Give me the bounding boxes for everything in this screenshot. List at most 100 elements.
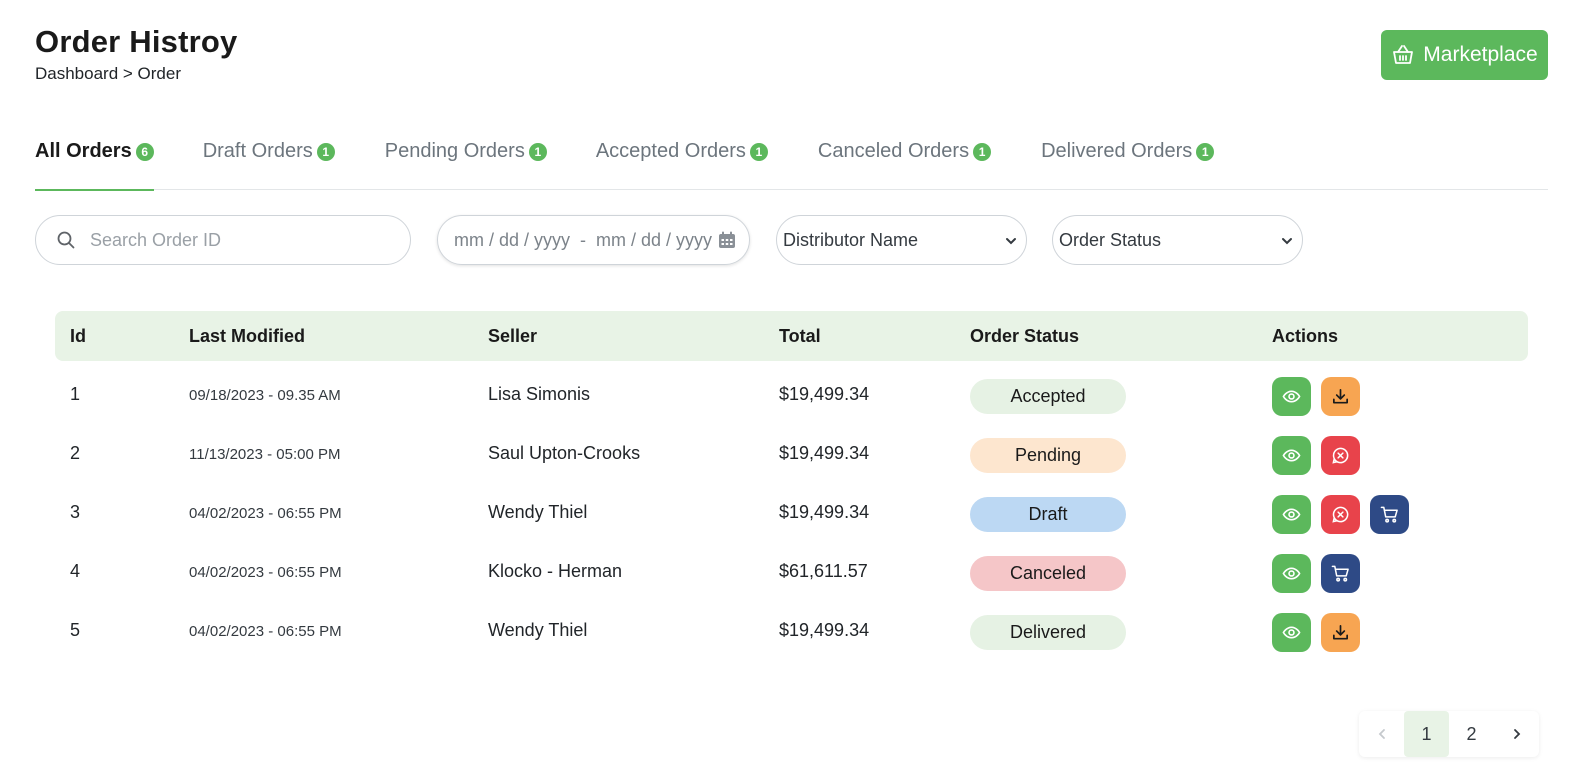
chevron-down-icon [1282,238,1292,245]
last-modified: 11/13/2023 - 05:00 PM [189,446,341,463]
status-badge: Draft [970,497,1126,532]
tab-label: Canceled Orders [817,140,970,162]
row-actions [1272,377,1360,416]
next-page-button[interactable] [1494,711,1539,757]
row-actions [1272,613,1360,652]
cancel-chat-icon [1331,446,1350,465]
status-badge: Canceled [970,556,1126,591]
last-modified: 04/02/2023 - 06:55 PM [189,505,342,522]
tab-count-badge: 1 [528,143,547,161]
order-id: 5 [70,620,81,640]
breadcrumb: Dashboard > Order [35,64,181,83]
column-header-actions: Actions [1272,326,1339,346]
tab-canceled-orders[interactable]: Canceled Orders 1 [817,136,992,190]
order-id: 2 [70,443,81,463]
order-total: $19,499.34 [779,620,870,640]
table-header: Id Last Modified Seller Total Order Stat… [55,311,1528,361]
order-status-select[interactable]: Order Status [1052,215,1303,265]
last-modified: 09/18/2023 - 09.35 AM [189,387,341,404]
tab-accepted-orders[interactable]: Accepted Orders 1 [596,136,768,190]
distributor-select[interactable]: Distributor Name [776,215,1027,265]
table-row: 2 11/13/2023 - 05:00 PM Saul Upton-Crook… [55,420,1528,479]
view-button[interactable] [1272,495,1311,534]
page-title: Order Histroy [35,24,238,59]
table-row: 1 09/18/2023 - 09.35 AM Lisa Simonis $19… [55,361,1528,420]
last-modified: 04/02/2023 - 06:55 PM [189,623,342,640]
calendar-icon[interactable] [717,230,737,250]
order-total: $19,499.34 [779,502,870,522]
seller-name: Wendy Thiel [488,620,588,640]
tab-count-badge: 1 [749,143,768,161]
view-button[interactable] [1272,613,1311,652]
last-modified: 04/02/2023 - 06:55 PM [189,564,342,581]
status-badge: Accepted [970,379,1126,414]
seller-name: Saul Upton-Crooks [488,443,641,463]
cancel-order-button[interactable] [1321,495,1360,534]
download-button[interactable] [1321,613,1360,652]
tab-count-badge: 1 [316,143,335,161]
order-total: $19,499.34 [779,384,870,404]
pagination: 1 2 [1359,711,1539,757]
column-header-total: Total [779,326,821,346]
order-total: $19,499.34 [779,443,870,463]
view-button[interactable] [1272,554,1311,593]
column-header-seller: Seller [488,326,538,346]
order-id: 4 [70,561,81,581]
view-button[interactable] [1272,436,1311,475]
search-box[interactable] [35,215,411,265]
table-row: 4 04/02/2023 - 06:55 PM Klocko - Herman … [55,538,1528,597]
tab-draft-orders[interactable]: Draft Orders 1 [203,136,335,190]
tab-label: Accepted Orders [595,140,746,162]
order-tabs: All Orders 6 Draft Orders 1 Pending Orde… [35,136,1548,191]
download-button[interactable] [1321,377,1360,416]
cancel-chat-icon [1331,505,1350,524]
cart-button[interactable] [1370,495,1409,534]
chevron-left-icon [1378,729,1385,739]
prev-page-button[interactable] [1359,711,1404,757]
eye-icon [1282,564,1301,583]
eye-icon [1282,623,1301,642]
basket-icon [1393,45,1414,64]
eye-icon [1282,387,1301,406]
date-range-field[interactable]: mm / dd / yyyy - mm / dd / yyyy [437,215,750,265]
chevron-down-icon [1006,238,1016,245]
search-input[interactable] [90,229,390,251]
page-1-button[interactable]: 1 [1404,711,1449,757]
search-icon [57,231,75,249]
table-body: 1 09/18/2023 - 09.35 AM Lisa Simonis $19… [55,361,1528,656]
table-row: 5 04/02/2023 - 06:55 PM Wendy Thiel $19,… [55,597,1528,656]
tab-pending-orders[interactable]: Pending Orders 1 [385,136,547,190]
row-actions [1272,436,1360,475]
tab-label: Draft Orders [202,140,313,162]
cart-icon [1380,505,1399,524]
row-actions [1272,495,1409,534]
tab-label: All Orders [35,140,132,162]
view-button[interactable] [1272,377,1311,416]
cart-icon [1331,564,1350,583]
eye-icon [1282,505,1301,524]
order-total: $61,611.57 [779,561,868,581]
seller-name: Lisa Simonis [488,384,591,404]
tab-all-orders[interactable]: All Orders 6 [35,136,154,191]
download-icon [1331,387,1350,406]
row-actions [1272,554,1360,593]
marketplace-label: Marketplace [1423,43,1538,66]
tab-delivered-orders[interactable]: Delivered Orders 1 [1041,136,1215,190]
cart-button[interactable] [1321,554,1360,593]
orders-table: Id Last Modified Seller Total Order Stat… [55,311,1528,656]
tab-count-badge: 6 [135,143,154,161]
order-id: 1 [70,384,81,404]
cancel-order-button[interactable] [1321,436,1360,475]
date-range-placeholder: mm / dd / yyyy - mm / dd / yyyy [454,229,713,250]
table-row: 3 04/02/2023 - 06:55 PM Wendy Thiel $19,… [55,479,1528,538]
distributor-select-value: Distributor Name [783,229,919,250]
page-header: Order Histroy Dashboard > Order [35,24,237,84]
eye-icon [1282,446,1301,465]
column-header-order-status: Order Status [970,326,1080,346]
marketplace-button[interactable]: Marketplace [1381,30,1548,80]
seller-name: Klocko - Herman [488,561,623,581]
order-status-select-value: Order Status [1059,229,1162,250]
download-icon [1331,623,1350,642]
seller-name: Wendy Thiel [488,502,588,522]
page-2-button[interactable]: 2 [1449,711,1494,757]
